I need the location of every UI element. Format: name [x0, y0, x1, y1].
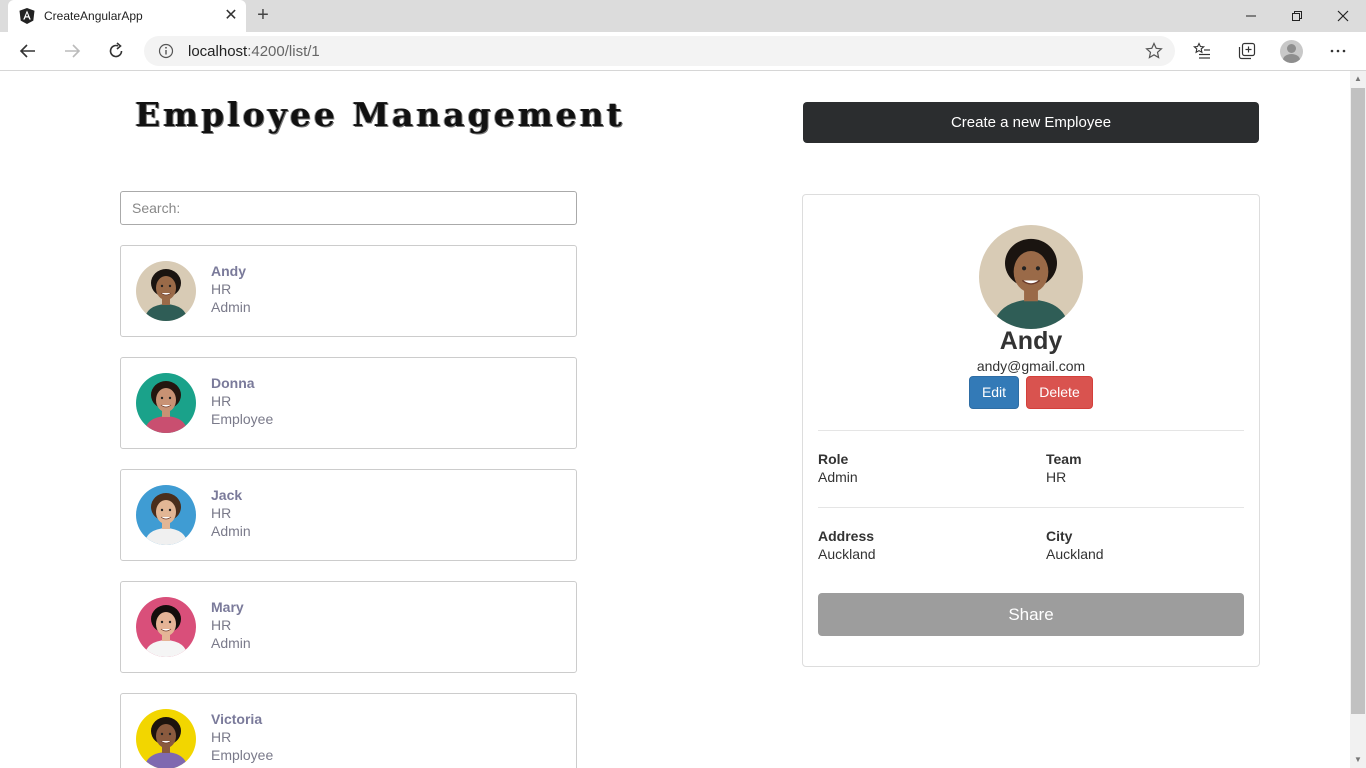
- employee-name: Donna: [211, 375, 255, 391]
- employee-name: Jack: [211, 487, 243, 503]
- city-value: Auckland: [1046, 546, 1104, 562]
- employee-card[interactable]: Andy HR Admin: [120, 245, 577, 337]
- profile-avatar-icon[interactable]: [1280, 40, 1303, 63]
- address-label: Address: [818, 528, 875, 544]
- employee-name: Mary: [211, 599, 244, 615]
- new-tab-icon[interactable]: +: [252, 4, 274, 26]
- employee-card[interactable]: Victoria HR Employee: [120, 693, 577, 768]
- collections-icon[interactable]: [1233, 37, 1261, 65]
- address-bar[interactable]: localhost:4200/list/1: [144, 36, 1175, 66]
- employee-role: Admin: [211, 523, 251, 539]
- edit-button[interactable]: Edit: [969, 376, 1019, 409]
- city-label: City: [1046, 528, 1073, 544]
- employee-role: Admin: [211, 299, 251, 315]
- delete-button[interactable]: Delete: [1026, 376, 1093, 409]
- employee-card[interactable]: Mary HR Admin: [120, 581, 577, 673]
- detail-name: Andy: [999, 327, 1063, 355]
- employee-team: HR: [211, 617, 232, 633]
- team-label: Team: [1046, 451, 1082, 467]
- address-value: Auckland: [818, 546, 876, 562]
- restore-icon[interactable]: [1274, 0, 1320, 32]
- employee-name: Victoria: [211, 711, 263, 727]
- employee-team: HR: [211, 393, 232, 409]
- page-content: Employee Management Create a new Employe…: [0, 71, 1350, 768]
- more-menu-icon[interactable]: [1324, 37, 1352, 65]
- detail-avatar: [979, 225, 1083, 329]
- url-text[interactable]: localhost:4200/list/1: [188, 43, 320, 60]
- favorites-list-icon[interactable]: [1188, 37, 1216, 65]
- scroll-thumb[interactable]: [1351, 88, 1365, 714]
- vertical-scrollbar[interactable]: ▲ ▼: [1350, 71, 1366, 768]
- browser-titlebar: CreateAngularApp ✕ +: [0, 0, 1366, 32]
- employee-card[interactable]: Jack HR Admin: [120, 469, 577, 561]
- employee-role: Admin: [211, 635, 251, 651]
- team-value: HR: [1046, 469, 1067, 485]
- back-icon[interactable]: [13, 36, 43, 66]
- employee-avatar: [136, 261, 196, 321]
- info-icon[interactable]: [158, 43, 174, 59]
- employee-card[interactable]: Donna HR Employee: [120, 357, 577, 449]
- employee-team: HR: [211, 505, 232, 521]
- employee-role: Employee: [211, 411, 274, 427]
- employee-avatar: [136, 373, 196, 433]
- employee-role: Employee: [211, 747, 274, 763]
- refresh-icon[interactable]: [101, 36, 131, 66]
- divider: [818, 430, 1244, 431]
- close-window-icon[interactable]: [1320, 0, 1366, 32]
- employee-detail-card: Andy andy@gmail.com Edit Delete Role Adm…: [802, 194, 1260, 667]
- employee-avatar: [136, 597, 196, 657]
- forward-icon[interactable]: [57, 36, 87, 66]
- scroll-up-icon[interactable]: ▲: [1350, 71, 1366, 87]
- employee-name: Andy: [211, 263, 246, 279]
- employee-team: HR: [211, 281, 232, 297]
- angular-icon: [19, 8, 35, 24]
- close-tab-icon[interactable]: ✕: [221, 6, 241, 26]
- page-title: Employee Management: [135, 95, 625, 134]
- favorite-star-icon[interactable]: [1145, 42, 1163, 60]
- url-host: localhost: [188, 43, 248, 60]
- browser-toolbar: localhost:4200/list/1: [0, 32, 1366, 71]
- create-employee-button[interactable]: Create a new Employee: [803, 102, 1259, 143]
- browser-tab[interactable]: CreateAngularApp ✕: [8, 0, 246, 32]
- role-label: Role: [818, 451, 849, 467]
- role-value: Admin: [818, 469, 858, 485]
- employee-avatar: [136, 485, 196, 545]
- detail-email: andy@gmail.com: [976, 358, 1086, 374]
- share-button[interactable]: Share: [818, 593, 1244, 636]
- scroll-down-icon[interactable]: ▼: [1350, 752, 1366, 768]
- tab-title: CreateAngularApp: [44, 9, 143, 23]
- employee-avatar: [136, 709, 196, 768]
- employee-team: HR: [211, 729, 232, 745]
- minimize-icon[interactable]: [1228, 0, 1274, 32]
- divider: [818, 507, 1244, 508]
- url-path: :4200/list/1: [247, 43, 320, 60]
- search-input[interactable]: [120, 191, 577, 225]
